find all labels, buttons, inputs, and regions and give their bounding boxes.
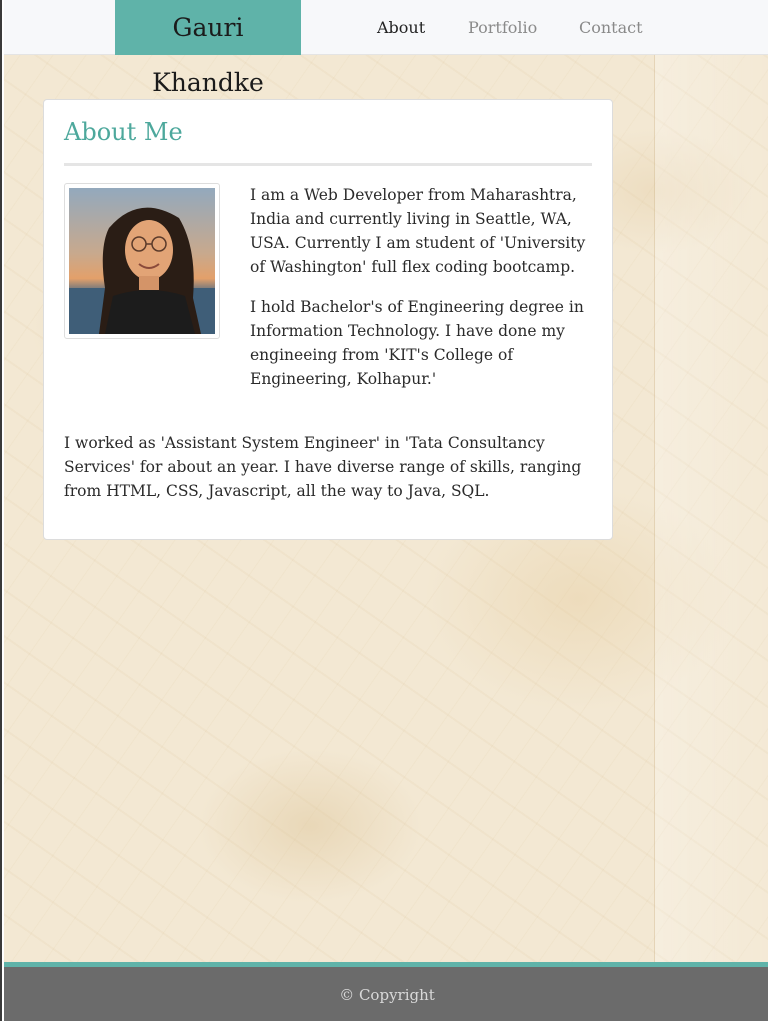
- page-frame: Gauri Khandke About Portfolio Contact Ab…: [0, 0, 768, 1021]
- about-paragraph-2: I hold Bachelor's of Engineering degree …: [250, 298, 584, 388]
- brand-logo[interactable]: Gauri Khandke: [115, 0, 301, 97]
- profile-photo: [69, 188, 215, 334]
- profile-photo-frame: [64, 183, 220, 339]
- nav-link-portfolio[interactable]: Portfolio: [468, 0, 537, 55]
- about-card: About Me I am a Web Developer from Mahar…: [43, 99, 613, 540]
- about-paragraph-1: I am a Web Developer from Maharashtra, I…: [250, 186, 586, 276]
- nav-link-contact[interactable]: Contact: [579, 0, 643, 55]
- about-paragraph-3: I worked as 'Assistant System Engineer' …: [64, 434, 582, 500]
- about-title: About Me: [64, 118, 183, 146]
- copyright-text: © Copyright: [339, 986, 435, 1004]
- background-seam: [654, 55, 768, 962]
- title-divider: [64, 163, 592, 166]
- navbar: Gauri Khandke About Portfolio Contact: [4, 0, 768, 97]
- footer: © Copyright: [4, 967, 768, 1021]
- nav-link-about[interactable]: About: [377, 0, 425, 55]
